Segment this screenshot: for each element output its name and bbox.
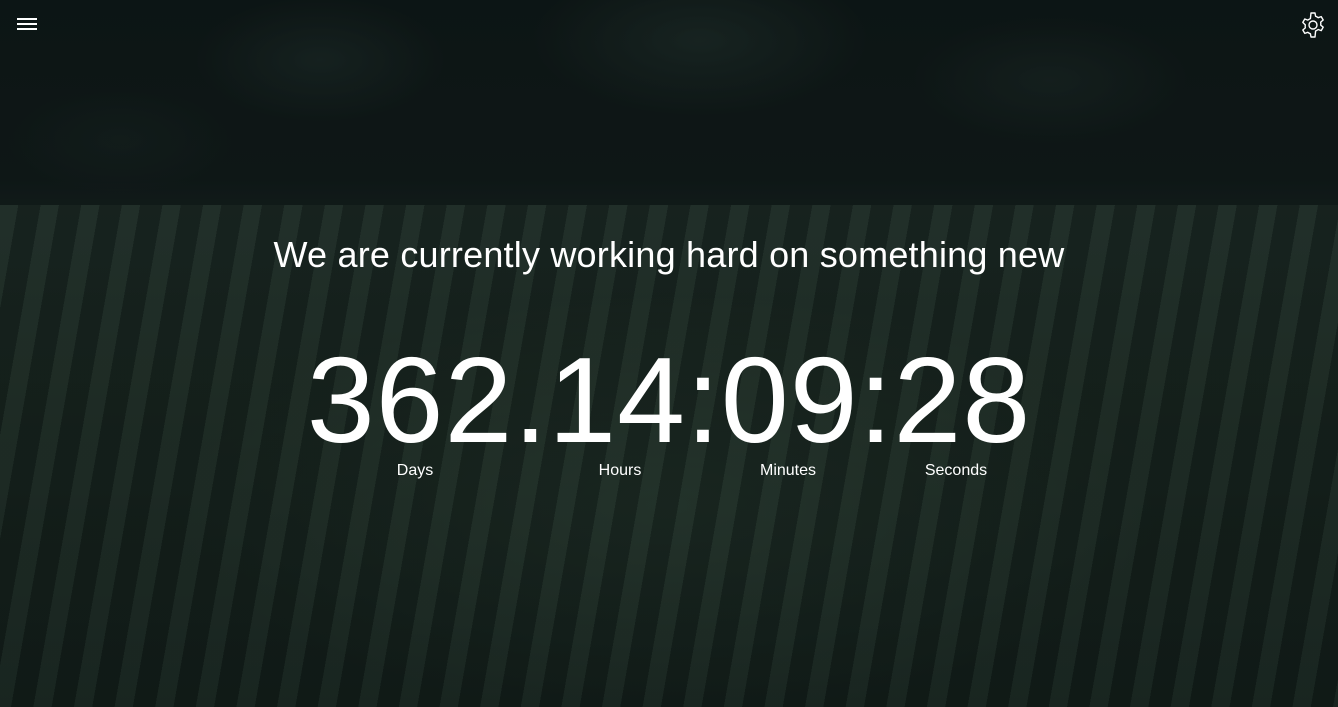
gear-icon bbox=[1302, 12, 1324, 38]
countdown-timer: 362.14:09:28 bbox=[306, 332, 1032, 468]
hours-label: Hours bbox=[598, 462, 642, 479]
minutes-label: Minutes bbox=[759, 462, 817, 479]
menu-button[interactable] bbox=[12, 12, 42, 38]
settings-button[interactable] bbox=[1298, 10, 1328, 40]
days-label: Days bbox=[396, 462, 434, 479]
headline: We are currently working hard on somethi… bbox=[273, 234, 1065, 275]
seconds-label: Seconds bbox=[924, 462, 988, 479]
